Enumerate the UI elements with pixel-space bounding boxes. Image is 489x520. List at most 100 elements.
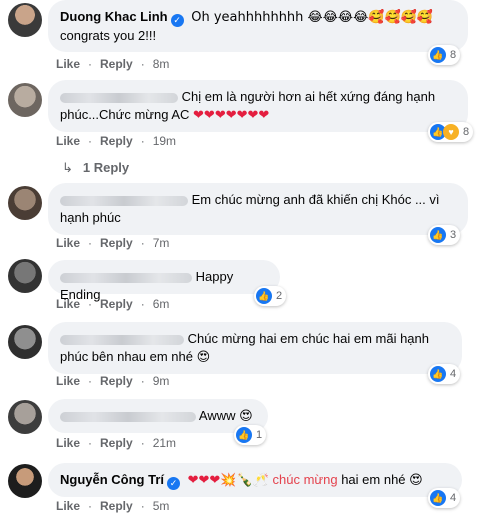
like-link[interactable]: Like [56,236,80,250]
comment-text: Chúc mừng hai em chúc hai em mãi hạnh [187,331,430,346]
comment-time[interactable]: 19m [153,134,176,148]
comment-time[interactable]: 7m [153,236,170,250]
avatar[interactable] [8,83,42,117]
like-link[interactable]: Like [56,297,80,311]
reaction-summary[interactable]: 👍 3 [428,225,461,245]
verified-badge-icon: ✓ [167,477,180,490]
separator: · [140,499,145,513]
avatar[interactable] [8,186,42,220]
separator: · [88,436,93,450]
comment-bubble: Awww 😍 [48,399,268,433]
reaction-summary[interactable]: 👍 1 [234,425,267,445]
comment-bubble: Duong Khac Linh ✓ Oh yeahhhhhhhh 😂😂😂😂🥰🥰🥰🥰… [48,0,468,52]
comment-bubble: Chúc mừng hai em chúc hai em mãi hạnh ph… [48,322,462,374]
reaction-count: 8 [450,49,457,61]
separator: · [88,297,93,311]
view-replies-link[interactable]: ↳ 1 Reply [62,160,129,176]
blurred-author-name [60,411,196,422]
comment-actions: Like · Reply · 21m [56,436,184,450]
like-link[interactable]: Like [56,57,80,71]
comment-bubble: Happy Ending [48,260,280,302]
comment-author[interactable]: Nguyễn Công Trí [60,472,164,487]
comment-actions: Like · Reply · 8m [56,57,177,71]
comment-bubble: Chị em là người hơn ai hết xứng đáng hạn… [48,80,468,132]
avatar[interactable] [8,464,42,498]
comment-text: Em chúc mừng anh đã khiến chị Khóc ... v… [191,192,440,207]
separator: · [88,236,93,250]
reaction-count: 2 [276,290,283,302]
separator: · [140,134,145,148]
avatar[interactable] [8,3,42,37]
reply-link[interactable]: Reply [100,57,133,71]
comment-bubble: Nguyễn Công Trí ✓ ❤❤❤💥🍾🥂 chúc mừng hai em… [48,463,462,497]
comment-text-line2: phúc bên nhau em nhé 😍 [60,349,211,364]
emoji-sequence: ❤❤❤💥🍾🥂 [187,473,269,488]
reply-link[interactable]: Reply [100,236,133,250]
like-reaction-icon: 👍 [430,227,446,243]
reply-link[interactable]: Reply [100,374,133,388]
separator: · [140,436,145,450]
separator: · [140,297,145,311]
avatar[interactable] [8,259,42,293]
separator: · [140,236,145,250]
reaction-count: 4 [450,368,457,380]
highlighted-text: chúc mừng [272,472,338,487]
comment-actions: Like · Reply · 7m [56,236,177,250]
avatar[interactable] [8,325,42,359]
comment-time[interactable]: 9m [153,374,170,388]
reaction-summary[interactable]: 👍 8 [428,45,461,65]
like-link[interactable]: Like [56,134,80,148]
comment-text: Oh yeahhhhhhhh 😂😂😂😂🥰🥰🥰🥰 [191,10,434,25]
comment-text-line2: phúc...Chức mừng AC [60,107,190,122]
separator: · [88,57,93,71]
comment-actions: Like · Reply · 6m [56,297,177,311]
like-link[interactable]: Like [56,499,80,513]
comment-actions: Like · Reply · 9m [56,374,177,388]
comment-author[interactable]: Duong Khac Linh [60,9,168,24]
like-reaction-icon: 👍 [430,490,446,506]
like-reaction-icon: 👍 [256,288,272,304]
verified-badge-icon: ✓ [170,14,184,27]
blurred-author-name [60,92,178,103]
comment-text: hai em nhé 😍 [341,472,423,487]
avatar[interactable] [8,400,42,434]
like-reaction-icon: 👍 [430,47,446,63]
comment-text: Awww 😍 [198,408,253,423]
comment-time[interactable]: 5m [153,499,170,513]
reply-link[interactable]: Reply [100,499,133,513]
comment-text: Chị em là người hơn ai hết xứng đáng hạn… [181,89,436,104]
reaction-summary[interactable]: 👍 4 [428,488,461,508]
blurred-author-name [60,272,192,283]
reply-link[interactable]: Reply [100,134,133,148]
care-reaction-icon: ♥ [443,124,459,140]
reply-link[interactable]: Reply [100,436,133,450]
comment-time[interactable]: 8m [153,57,170,71]
reply-arrow-icon: ↳ [62,160,73,175]
separator: · [140,57,145,71]
reaction-summary[interactable]: 👍 ♥ 8 [428,122,474,142]
like-reaction-icon: 👍 [236,427,252,443]
heart-emojis: ❤❤❤❤❤❤❤ [193,108,270,123]
blurred-author-name [60,334,184,345]
like-reaction-icon: 👍 [430,366,446,382]
like-link[interactable]: Like [56,374,80,388]
comment-time[interactable]: 21m [153,436,176,450]
blurred-author-name [60,195,188,206]
comment-actions: Like · Reply · 5m [56,499,177,513]
reply-link[interactable]: Reply [100,297,133,311]
comment-text-line2: congrats you 2!!! [60,28,157,43]
comment-bubble: Em chúc mừng anh đã khiến chị Khóc ... v… [48,183,468,235]
reaction-count: 3 [450,229,457,241]
separator: · [88,374,93,388]
reaction-count: 8 [463,126,470,138]
like-link[interactable]: Like [56,436,80,450]
reaction-count: 4 [450,492,457,504]
reaction-summary[interactable]: 👍 2 [254,286,287,306]
separator: · [88,499,93,513]
replies-count: 1 Reply [82,160,130,175]
reaction-summary[interactable]: 👍 4 [428,364,461,384]
comment-time[interactable]: 6m [153,297,170,311]
comment-text-line2: hạnh phúc [60,210,121,225]
comment-actions: Like · Reply · 19m [56,134,184,148]
reaction-count: 1 [256,429,263,441]
